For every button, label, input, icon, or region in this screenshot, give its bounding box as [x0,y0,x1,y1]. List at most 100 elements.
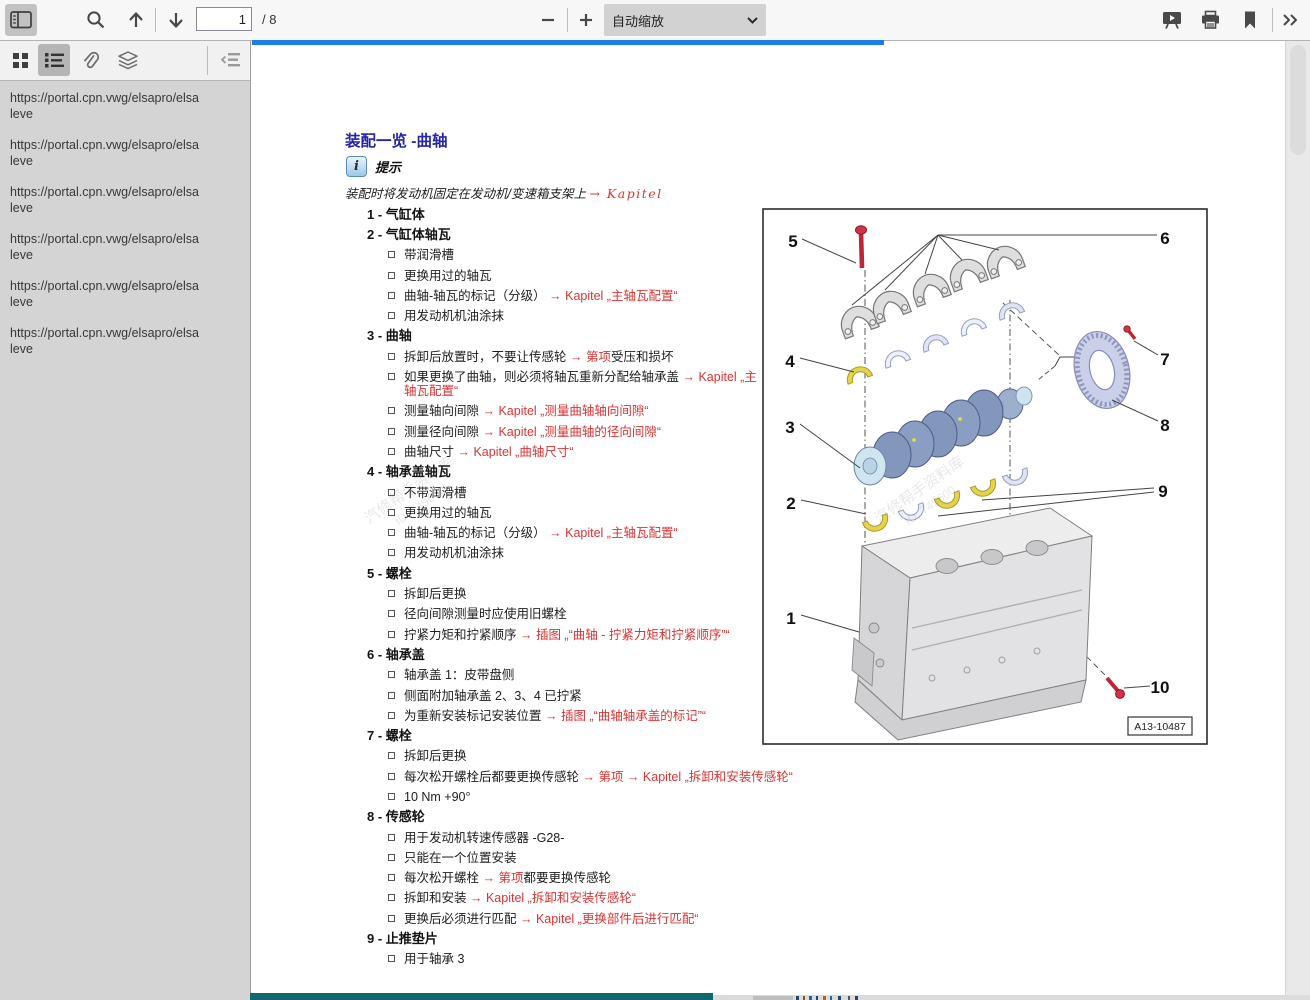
cross-reference-link[interactable]: → Kapitel „拆卸和安装传感轮“ [470,891,636,905]
legend-bullet: 拆卸后更换 [367,749,759,763]
callout-number-8: 8 [1160,416,1169,435]
bookmark-button[interactable] [1234,4,1266,36]
legend-text: 测量径向间隙 [404,425,482,439]
outline-item-link[interactable]: https://portal.cpn.vwg/elsapro/elsaleve [0,231,250,263]
engine-block [852,508,1092,740]
legend-bullet: 拆卸和安装 → Kapitel „拆卸和安装传感轮“ [367,891,759,905]
square-bullet-icon [388,251,395,258]
page-number-input[interactable] [196,7,252,31]
toolbar-separator [1272,8,1273,32]
window-edge-fragment [809,996,812,1000]
current-outline-item-button[interactable] [214,44,246,76]
legend-item-title: 7 - 螺栓 [367,729,759,743]
toolbar-separator [155,8,156,32]
sidebar-toggle-button[interactable] [5,4,37,36]
legend-bullet: 带润滑槽 [367,248,759,262]
outline-item-link[interactable]: https://portal.cpn.vwg/elsapro/elsaleve [0,184,250,216]
next-page-button[interactable] [160,4,192,36]
outline-item-link[interactable]: https://portal.cpn.vwg/elsapro/elsaleve [0,325,250,357]
legend-text: 受压和损坏 [611,350,674,364]
cross-reference-link[interactable]: → Kapitel „测量曲轴轴向间隙“ [482,404,648,418]
square-bullet-icon [388,915,395,922]
scrollbar-thumb[interactable] [1290,45,1306,155]
legend-text: 侧面附加轴承盖 2、3、4 已拧紧 [404,689,582,703]
window-edge-fragment [803,996,805,1000]
presentation-mode-icon [1161,10,1183,30]
cross-reference-link[interactable]: → 插图 „“曲轴轴承盖的标记”“ [545,709,706,723]
legend-bullet: 为重新安装标记安装位置 → 插图 „“曲轴轴承盖的标记”“ [367,709,759,723]
window-edge-fragment [830,996,832,1000]
note-row: i 提示 [346,156,401,177]
sidebar-separator [207,46,208,75]
square-bullet-icon [388,312,395,319]
attachments-view-button[interactable] [74,44,106,76]
legend-item-title: 2 - 气缸体轴瓦 [367,228,759,242]
more-tools-button[interactable] [1274,4,1306,36]
legend-bullet: 10 Nm +90° [367,790,759,804]
cross-reference-link[interactable]: → 第项 [582,770,623,784]
layers-view-button[interactable] [112,44,144,76]
cross-reference-link[interactable]: → Kapitel „更换部件后进行匹配“ [520,912,699,926]
legend-text: 拆卸和安装 [404,891,470,905]
print-icon [1200,10,1221,30]
cross-reference-link[interactable]: → Kapitel „拆卸和安装传感轮“ [627,770,793,784]
double-chevron-right-icon [1281,11,1299,29]
cross-reference-link[interactable]: → 第项 [482,871,523,885]
square-bullet-icon [388,549,395,556]
outline-item-link[interactable]: https://portal.cpn.vwg/elsapro/elsaleve [0,90,250,122]
cross-reference-link[interactable]: → Kapitel „曲轴尺寸“ [457,445,573,459]
note-chapter-link[interactable]: → Kapitel [589,186,662,201]
legend-bullet: 更换用过的轴瓦 [367,506,759,520]
bookmark-icon [1242,10,1258,30]
legend-bullet: 用发动机机油涂抹 [367,546,759,560]
thumbnails-view-button[interactable] [4,44,36,76]
legend-bullet: 拧紧力矩和拧紧顺序 → 插图 „“曲轴 - 拧紧力矩和拧紧顺序”“ [367,628,759,642]
zoom-out-button[interactable] [532,4,564,36]
legend-bullet: 如果更换了曲轴，则必须将轴瓦重新分配给轴承盖 → Kapitel „主轴瓦配置“ [367,370,759,398]
legend-item-title: 8 - 传感轮 [367,810,759,824]
cross-reference-link[interactable]: → 第项 [570,350,611,364]
square-bullet-icon [388,373,395,380]
zoom-in-button[interactable] [570,4,602,36]
legend-list: 1 - 气缸体 2 - 气缸体轴瓦带润滑槽更换用过的轴瓦曲轴-轴瓦的标记（分级） … [367,203,759,973]
square-bullet-icon [388,671,395,678]
legend-text: 更换后必须进行匹配 [404,912,520,926]
zoom-scale-select[interactable]: 自动缩放 [604,4,766,36]
search-icon [86,10,106,30]
cross-reference-link[interactable]: → 插图 „“曲轴 - 拧紧力矩和拧紧顺序”“ [520,628,730,642]
cross-reference-link[interactable]: → Kapitel „测量曲轴的径向间隙“ [482,425,661,439]
outline-item-link[interactable]: https://portal.cpn.vwg/elsapro/elsaleve [0,137,250,169]
legend-text: 为重新安装标记安装位置 [404,709,545,723]
square-bullet-icon [388,272,395,279]
square-bullet-icon [388,428,395,435]
square-bullet-icon [388,955,395,962]
search-button[interactable] [80,4,112,36]
outline-item-link[interactable]: https://portal.cpn.vwg/elsapro/elsaleve [0,278,250,310]
callout-number-7: 7 [1160,350,1169,369]
figure-id-box: A13-10487 [1128,717,1192,735]
callout-number-4: 4 [785,352,795,371]
callout-number-10: 10 [1151,678,1170,697]
cross-reference-link[interactable]: → Kapitel „主轴瓦配置“ [549,526,678,540]
legend-bullet: 侧面附加轴承盖 2、3、4 已拧紧 [367,689,759,703]
presentation-mode-button[interactable] [1156,4,1188,36]
cross-reference-link[interactable]: → Kapitel „主轴瓦配置“ [549,289,678,303]
plus-icon [578,12,594,28]
sidebar-toggle-icon [10,11,32,29]
legend-bullet: 曲轴-轴瓦的标记（分级） → Kapitel „主轴瓦配置“ [367,526,759,540]
legend-bullet: 每次松开螺栓 → 第项都要更换传感轮 [367,871,759,885]
legend-text: 每次松开螺栓 [404,871,482,885]
outline-view-button[interactable] [38,44,70,76]
page-title: 装配一览 -曲轴 [345,129,447,151]
previous-page-button[interactable] [120,4,152,36]
vertical-scrollbar[interactable] [1285,41,1310,1000]
crankshaft-assembly-figure: 56473829110 A13-10487 [762,208,1208,745]
legend-text: 拆卸后更换 [404,587,467,601]
callout-number-5: 5 [788,232,797,251]
outline-icon [45,52,64,68]
square-bullet-icon [388,292,395,299]
legend-bullet: 每次松开螺栓后都要更换传感轮 → 第项 → Kapitel „拆卸和安装传感轮“ [367,770,759,784]
print-button[interactable] [1194,4,1226,36]
legend-text: 用于发动机转速传感器 -G28- [404,831,564,845]
legend-item-title: 1 - 气缸体 [367,208,759,222]
